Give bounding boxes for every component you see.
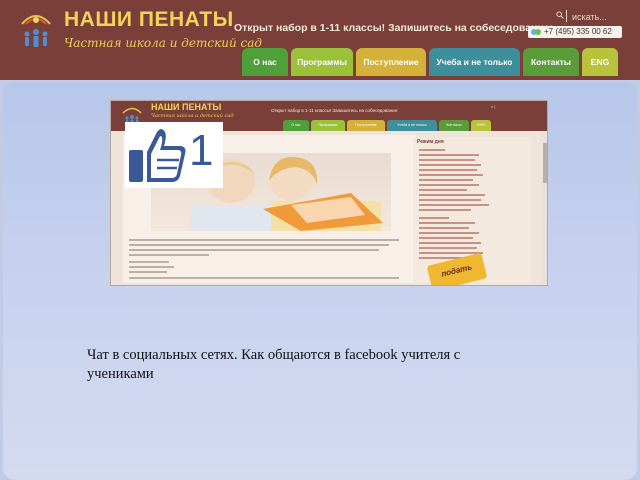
phone-number: +7 (495) 335 00 62	[528, 26, 622, 38]
search-icon[interactable]	[556, 11, 564, 21]
search-input[interactable]	[572, 10, 622, 24]
slide-caption: Чат в социальных сетях. Как общаются в f…	[87, 347, 461, 382]
logo-icon[interactable]	[18, 4, 54, 54]
embedded-nav-tab: Поступление	[347, 120, 385, 131]
nav-tab-programs[interactable]: Программы	[291, 48, 353, 76]
thumbs-up-icon	[129, 129, 186, 182]
embedded-nav-label: Контакты	[446, 123, 462, 127]
nav-tab-label: Программы	[297, 57, 347, 67]
embedded-nav-tab: ENG	[471, 120, 491, 131]
embedded-nav-label: ENG	[477, 123, 485, 127]
nav-tab-contacts[interactable]: Контакты	[523, 48, 579, 76]
embedded-nav-tab: Программы	[311, 120, 345, 131]
nav-tab-admission[interactable]: Поступление	[356, 48, 426, 76]
nav-tab-label: ENG	[590, 57, 610, 67]
embedded-search-icon: ⌕ |	[491, 104, 496, 109]
embedded-nav-label: Программы	[318, 123, 338, 127]
embedded-schedule-title: Режим дня	[417, 139, 444, 145]
embedded-logo-subtitle: Частная школа и детский сад	[151, 113, 234, 119]
nav-tab-about[interactable]: О нас	[242, 48, 288, 76]
embedded-nav-tab: Контакты	[439, 120, 469, 131]
site-header: НАШИ ПЕНАТЫ Частная школа и детский сад …	[0, 0, 640, 80]
nav-tab-study[interactable]: Учеба и не только	[429, 48, 520, 76]
logo-title[interactable]: НАШИ ПЕНАТЫ	[64, 8, 234, 32]
embedded-nav-label: О нас	[291, 123, 301, 127]
nav-tab-eng[interactable]: ENG	[582, 48, 618, 76]
embedded-scroll-thumb	[543, 143, 547, 183]
nav-tab-label: Поступление	[363, 57, 419, 67]
slide: НАШИ ПЕНАТЫ Частная школа и детский сад …	[0, 80, 640, 480]
nav-tab-label: О нас	[253, 57, 277, 67]
embedded-announcement: Открыт набор в 1-11 классы! Запишитесь н…	[271, 108, 399, 113]
logo-subtitle: Частная школа и детский сад	[64, 36, 262, 50]
nav-tab-label: Учеба и не только	[436, 57, 513, 67]
phone-text: +7 (495) 335 00 62	[544, 27, 612, 36]
embedded-nav-label: Поступление	[355, 123, 377, 127]
announcement-text: Открыт набор в 1-11 классы! Запишитесь н…	[234, 22, 554, 34]
embedded-nav-label: Учеба и не только	[397, 123, 427, 127]
slide-panel: НАШИ ПЕНАТЫ Частная школа и детский сад …	[3, 82, 637, 480]
nav-tab-label: Контакты	[530, 57, 572, 67]
search-box[interactable]	[556, 10, 624, 26]
like-count: 1	[189, 126, 214, 175]
search-divider	[566, 10, 567, 22]
embedded-nav-tab: Учеба и не только	[387, 120, 437, 131]
facebook-like-badge: 1	[125, 122, 223, 188]
embedded-logo-title: НАШИ ПЕНАТЫ	[151, 102, 222, 112]
phone-icon	[531, 29, 541, 35]
embedded-nav-tab: О нас	[283, 120, 309, 131]
